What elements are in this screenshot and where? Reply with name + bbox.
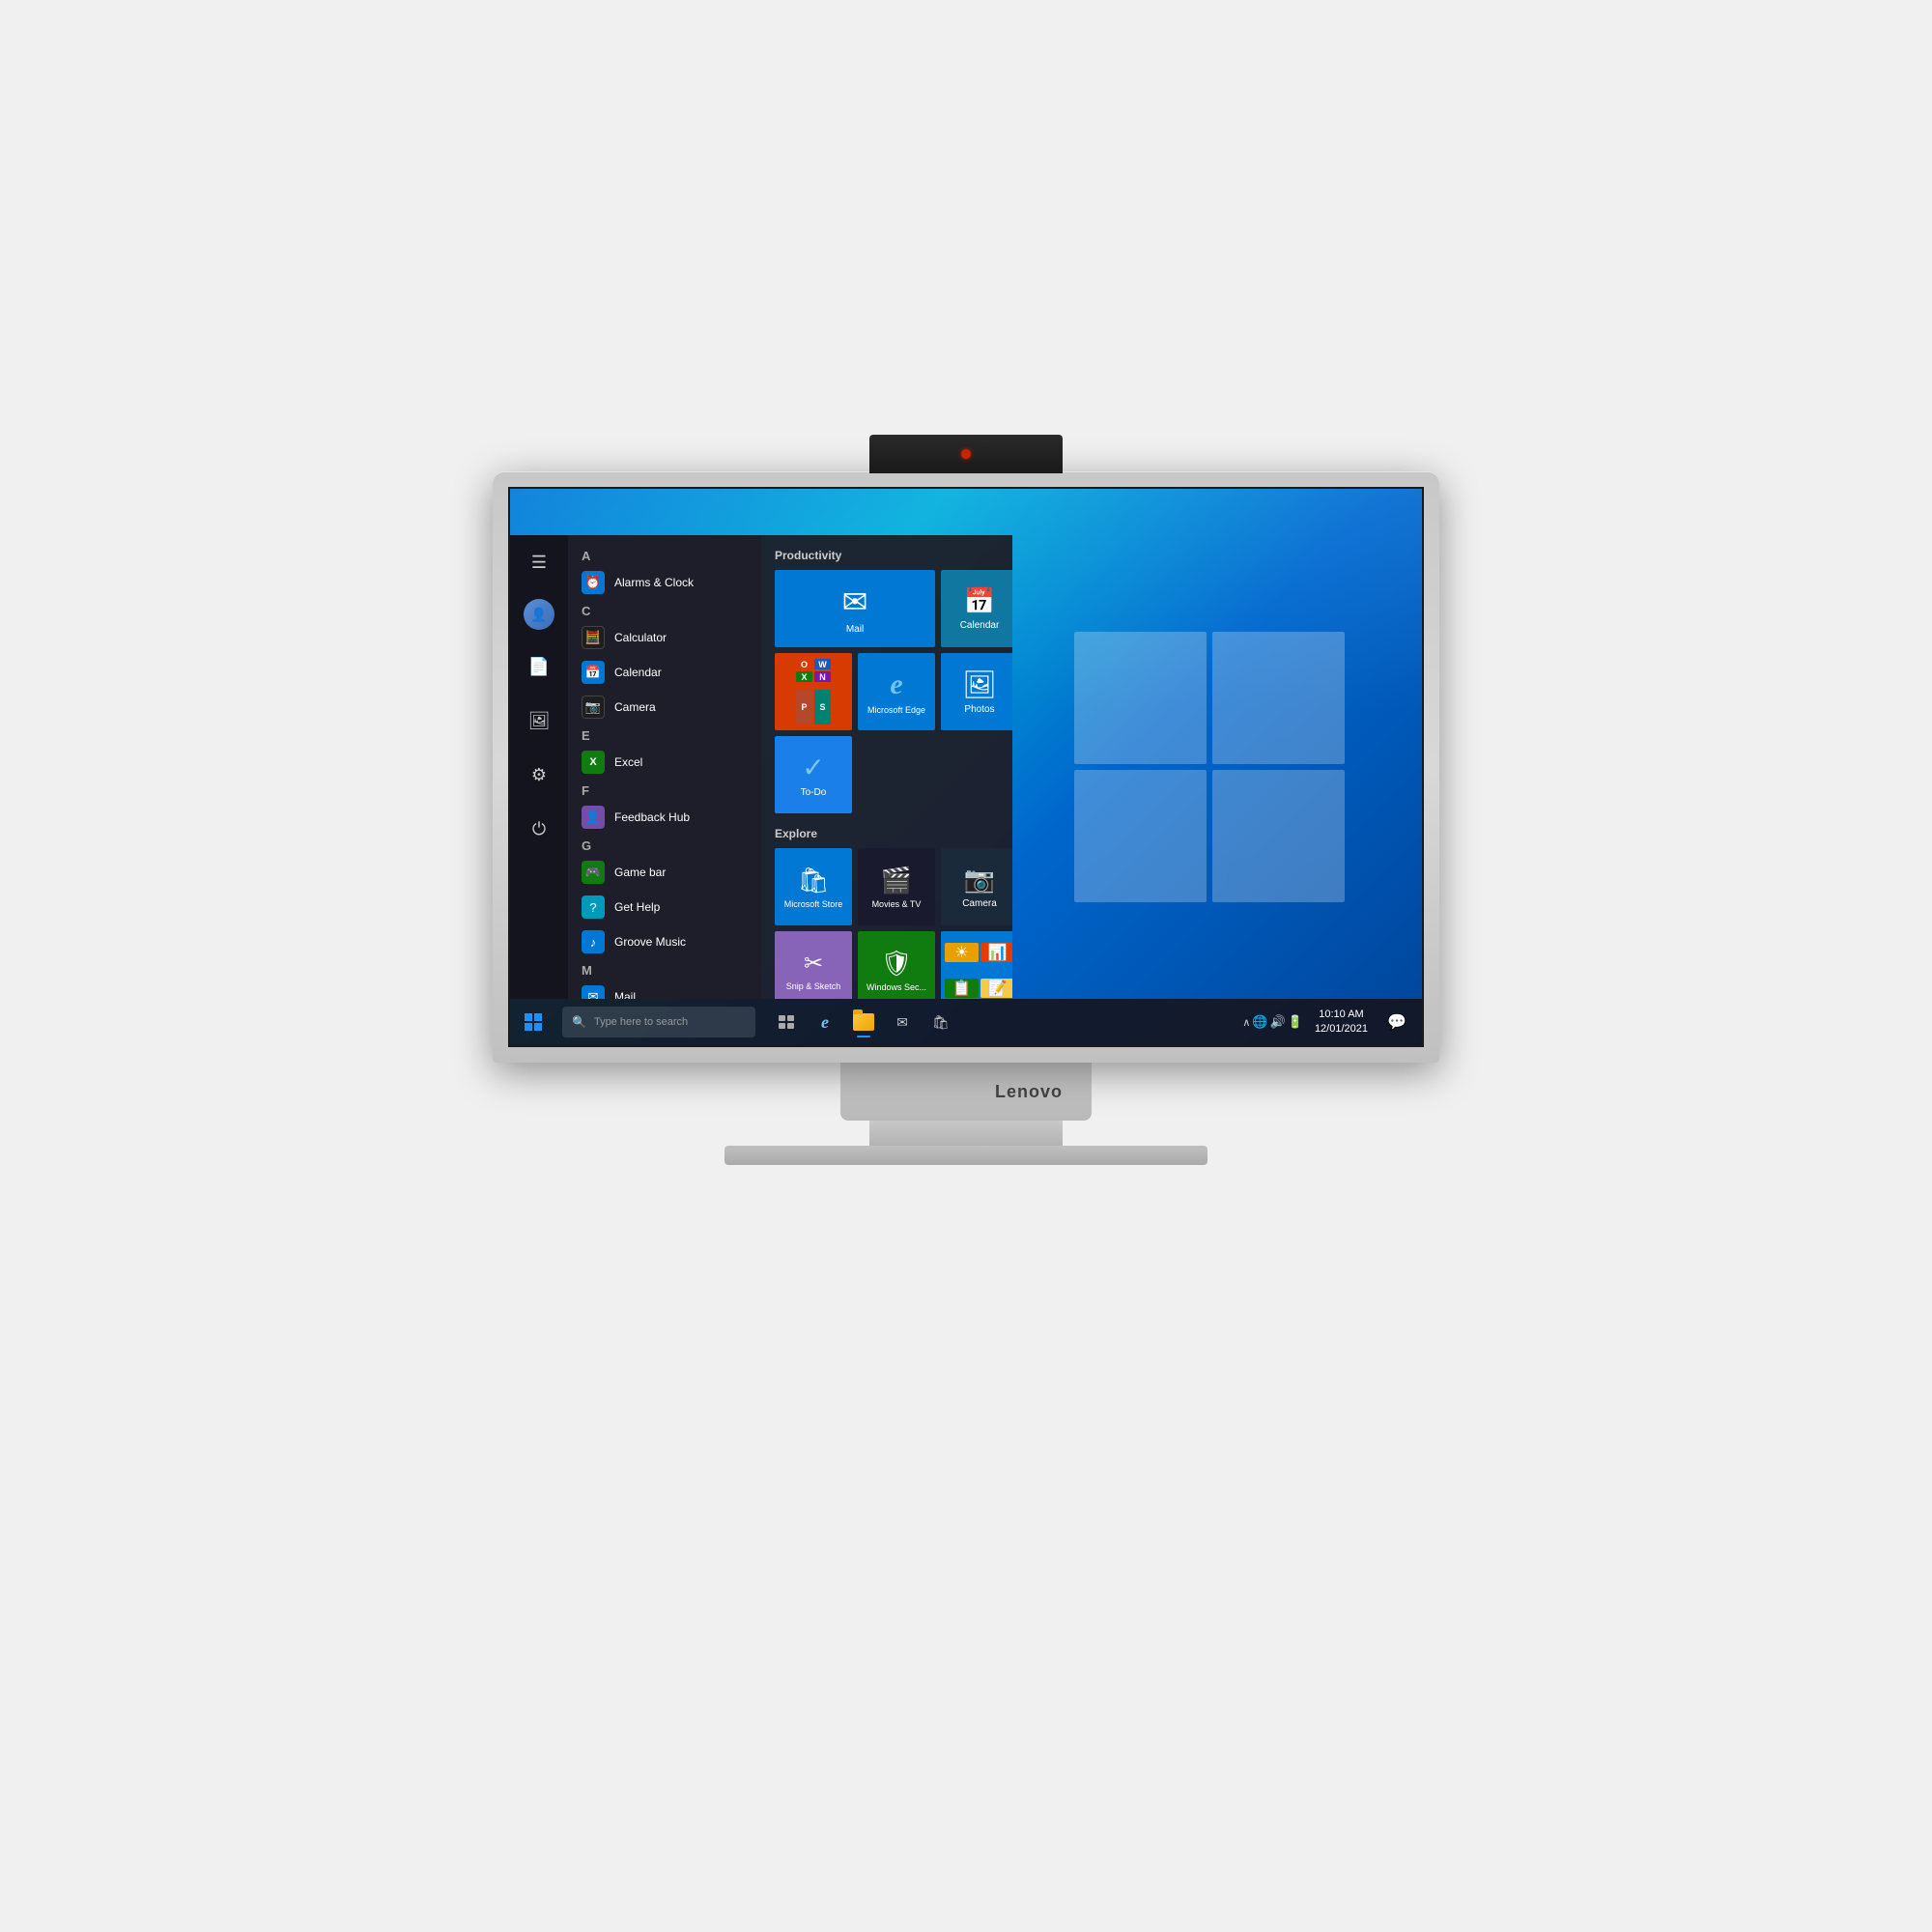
start-button[interactable] [510, 999, 556, 1045]
app-calendar[interactable]: 📅 Calendar [568, 655, 761, 690]
app-feedback-hub[interactable]: 👤 Feedback Hub [568, 800, 761, 835]
letter-m: M [568, 959, 761, 980]
user-avatar[interactable]: 👤 [524, 599, 554, 630]
tile-camera2[interactable]: 📷 Camera [941, 848, 1012, 925]
tile-windows-security[interactable]: 🛡 Windows Sec... [858, 931, 935, 999]
webcam-indicator [961, 449, 971, 459]
excel-icon: X [582, 751, 605, 774]
app-mail[interactable]: ✉ Mail [568, 980, 761, 999]
app-label: Camera [614, 700, 656, 714]
productivity-tiles: ✉ Mail 📅 Calendar O W [775, 570, 999, 813]
letter-f: F [568, 780, 761, 800]
taskbar-file-explorer-icon[interactable] [846, 1005, 881, 1039]
notification-center-icon[interactable]: 💬 [1379, 1005, 1414, 1039]
start-menu: ☰ 👤 📄 🖼 ⚙ ⏻ A ⏰ Alarms & Clock C [510, 535, 1012, 999]
lenovo-logo: Lenovo [995, 1082, 1063, 1102]
app-label: Feedback Hub [614, 810, 690, 824]
app-label: Game bar [614, 866, 666, 879]
chevron-up-icon[interactable]: ∧ [1242, 1016, 1250, 1029]
tile-multi[interactable]: ☀ 📊 📋 📝 [941, 931, 1012, 999]
webcam [869, 435, 1063, 473]
gethelp-icon: ? [582, 895, 605, 919]
taskbar: 🔍 Type here to search e [510, 999, 1422, 1045]
app-excel[interactable]: X Excel [568, 745, 761, 780]
app-label: Alarms & Clock [614, 576, 694, 589]
mail-icon: ✉ [582, 985, 605, 999]
taskbar-store-icon[interactable]: 🛍 [923, 1005, 958, 1039]
search-icon: 🔍 [572, 1015, 586, 1029]
tile-todo[interactable]: ✓ To-Do [775, 736, 852, 813]
windows-logo-watermark [1074, 632, 1345, 902]
taskbar-clock[interactable]: 10:10 AM 12/01/2021 [1307, 1008, 1376, 1037]
gamebar-icon: 🎮 [582, 861, 605, 884]
taskbar-right: ∧ 🌐 🔊 🔋 10:10 AM 12/01/2021 💬 [1242, 1005, 1422, 1039]
screen: ☰ 👤 📄 🖼 ⚙ ⏻ A ⏰ Alarms & Clock C [508, 487, 1424, 1047]
groove-icon: ♪ [582, 930, 605, 953]
app-label: Excel [614, 755, 642, 769]
tile-photos[interactable]: 🖼 Photos [941, 653, 1012, 730]
monitor-stand: Lenovo [840, 1063, 1092, 1121]
power-icon[interactable]: ⏻ [522, 811, 556, 846]
network-icon[interactable]: 🌐 [1252, 1014, 1267, 1030]
system-tray-icons: ∧ 🌐 🔊 🔋 [1242, 1014, 1303, 1030]
app-list: A ⏰ Alarms & Clock C 🧮 Calculator 📅 Cale… [568, 535, 761, 999]
calculator-icon: 🧮 [582, 626, 605, 649]
tile-snip[interactable]: ✂ Snip & Sketch [775, 931, 852, 999]
volume-icon[interactable]: 🔊 [1270, 1014, 1286, 1030]
clock-date: 12/01/2021 [1315, 1022, 1368, 1037]
taskbar-search[interactable]: 🔍 Type here to search [562, 1007, 755, 1037]
hamburger-menu-icon[interactable]: ☰ [522, 545, 556, 580]
documents-icon[interactable]: 📄 [522, 649, 556, 684]
alarms-icon: ⏰ [582, 571, 605, 594]
app-alarms-clock[interactable]: ⏰ Alarms & Clock [568, 565, 761, 600]
app-get-help[interactable]: ? Get Help [568, 890, 761, 924]
productivity-label: Productivity [775, 549, 999, 562]
calendar-icon: 📅 [582, 661, 605, 684]
app-label: Groove Music [614, 935, 686, 949]
search-placeholder: Type here to search [594, 1016, 688, 1028]
taskbar-icons: e ✉ 🛍 [769, 1005, 958, 1039]
tile-movies[interactable]: 🎬 Movies & TV [858, 848, 935, 925]
app-camera[interactable]: 📷 Camera [568, 690, 761, 724]
computer-unit: ☰ 👤 📄 🖼 ⚙ ⏻ A ⏰ Alarms & Clock C [435, 435, 1497, 1497]
tile-store[interactable]: 🛍 Microsoft Store [775, 848, 852, 925]
camera-icon: 📷 [582, 696, 605, 719]
app-game-bar[interactable]: 🎮 Game bar [568, 855, 761, 890]
start-sidebar: ☰ 👤 📄 🖼 ⚙ ⏻ [510, 535, 568, 999]
tiles-area: Productivity ✉ Mail 📅 Calendar [761, 535, 1012, 999]
app-label: Mail [614, 990, 636, 999]
app-label: Get Help [614, 900, 660, 914]
battery-icon[interactable]: 🔋 [1288, 1014, 1303, 1030]
taskbar-edge-icon[interactable]: e [808, 1005, 842, 1039]
tile-calendar[interactable]: 📅 Calendar [941, 570, 1012, 647]
pictures-icon[interactable]: 🖼 [522, 703, 556, 738]
feedback-icon: 👤 [582, 806, 605, 829]
app-groove-music[interactable]: ♪ Groove Music [568, 924, 761, 959]
taskbar-mail-icon[interactable]: ✉ [885, 1005, 920, 1039]
task-view-icon[interactable] [769, 1005, 804, 1039]
monitor: ☰ 👤 📄 🖼 ⚙ ⏻ A ⏰ Alarms & Clock C [493, 471, 1439, 1063]
settings-icon[interactable]: ⚙ [522, 757, 556, 792]
letter-a: A [568, 545, 761, 565]
tile-mail[interactable]: ✉ Mail [775, 570, 935, 647]
monitor-base [724, 1146, 1208, 1165]
tile-office[interactable]: O W X N P S [775, 653, 852, 730]
clock-time: 10:10 AM [1315, 1008, 1368, 1022]
explore-label: Explore [775, 827, 999, 840]
explore-tiles: 🛍 Microsoft Store 🎬 Movies & TV 📷 Camera [775, 848, 999, 999]
app-calculator[interactable]: 🧮 Calculator [568, 620, 761, 655]
letter-c: C [568, 600, 761, 620]
app-label: Calendar [614, 666, 662, 679]
tile-edge[interactable]: e Microsoft Edge [858, 653, 935, 730]
app-label: Calculator [614, 631, 667, 644]
letter-e: E [568, 724, 761, 745]
letter-g: G [568, 835, 761, 855]
